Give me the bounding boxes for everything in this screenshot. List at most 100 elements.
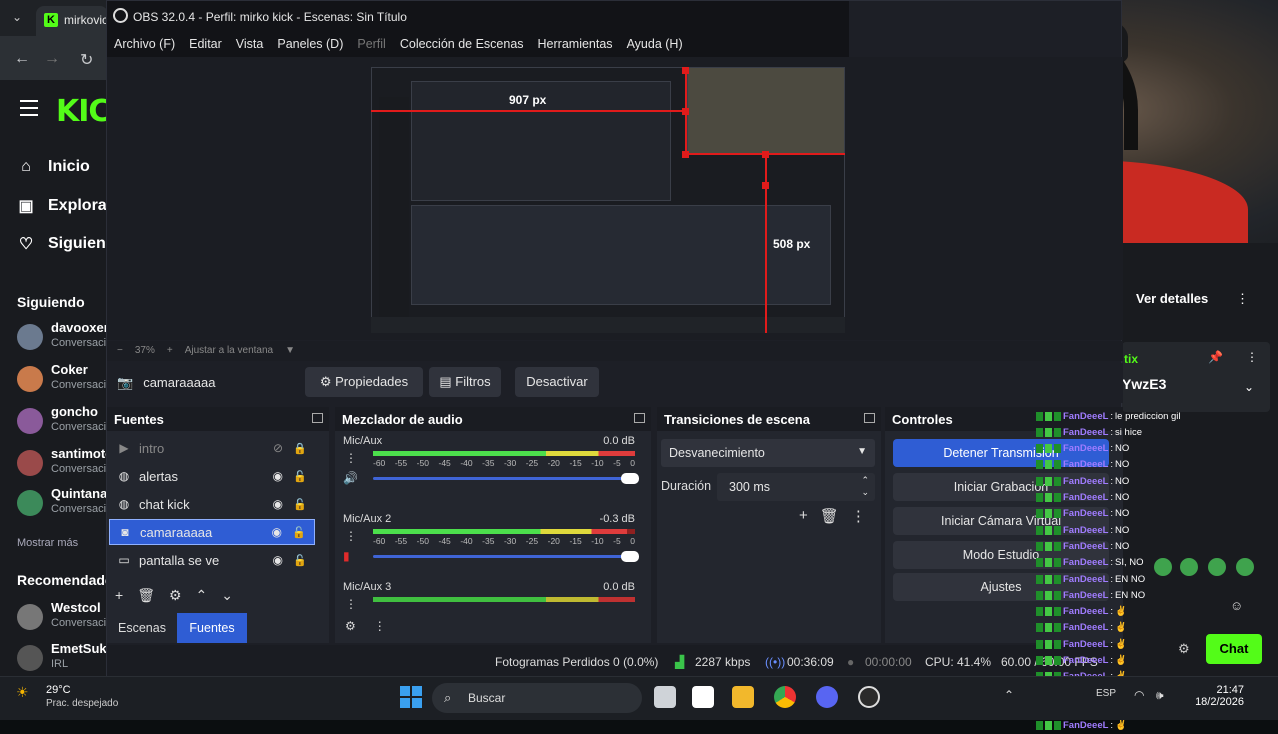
hidden-eye-icon[interactable]: ⊘ bbox=[273, 441, 283, 455]
emote-icon[interactable] bbox=[1154, 558, 1172, 576]
resize-handle[interactable] bbox=[682, 67, 689, 74]
emote-icon[interactable] bbox=[1180, 558, 1198, 576]
zoom-in-icon[interactable]: + bbox=[167, 345, 173, 361]
chat-send-button[interactable]: Chat bbox=[1206, 634, 1262, 664]
forward-icon[interactable]: → bbox=[44, 50, 60, 68]
menu-paneles[interactable]: Paneles (D) bbox=[277, 37, 343, 57]
menu-icon[interactable] bbox=[20, 100, 38, 121]
menu-vista[interactable]: Vista bbox=[236, 37, 264, 57]
spin-up-icon[interactable]: ⌃ bbox=[861, 475, 869, 486]
more-icon[interactable]: ⋮ bbox=[345, 451, 357, 465]
source-item[interactable]: ◍ alertas ◉ 🔓 bbox=[109, 463, 315, 489]
menu-editar[interactable]: Editar bbox=[189, 37, 222, 57]
source-item[interactable]: ▶ intro ⊘ 🔒 bbox=[109, 435, 315, 461]
eye-icon[interactable]: ◉ bbox=[272, 525, 282, 539]
store-icon[interactable] bbox=[692, 686, 714, 708]
lock-icon[interactable]: 🔒 bbox=[293, 442, 307, 455]
zoom-dropdown-icon[interactable]: ▼ bbox=[285, 345, 295, 361]
source-item[interactable]: ▭ pantalla se ve ◉ 🔓 bbox=[109, 547, 315, 573]
unlock-icon[interactable]: 🔓 bbox=[293, 554, 307, 567]
nav-explorar[interactable]: ▣ Explorar bbox=[18, 196, 112, 216]
zoom-out-icon[interactable]: − bbox=[117, 345, 123, 361]
channel-item[interactable]: Coker Conversación bbox=[17, 362, 118, 396]
muted-speaker-icon[interactable]: ▮ bbox=[343, 549, 350, 563]
channel-item[interactable]: Westcol Conversación bbox=[17, 600, 118, 634]
transition-select[interactable]: Desvanecimiento ▼ bbox=[661, 439, 875, 467]
move-up-icon[interactable]: ⌃ bbox=[196, 587, 208, 604]
speaker-icon[interactable]: 🔊 bbox=[343, 471, 358, 485]
obs-taskbar-icon[interactable] bbox=[858, 686, 880, 708]
menu-ayuda[interactable]: Ayuda (H) bbox=[627, 37, 683, 57]
volume-icon[interactable]: 🕪 bbox=[1156, 688, 1164, 703]
channel-item[interactable]: Quintana Conversación bbox=[17, 486, 118, 520]
tab-list-icon[interactable]: ⌄ bbox=[12, 10, 22, 24]
resize-handle[interactable] bbox=[762, 182, 769, 189]
zoom-fit[interactable]: Ajustar a la ventana bbox=[185, 345, 273, 361]
trash-icon[interactable]: 🗑 bbox=[820, 507, 839, 525]
channel-item[interactable]: santimotos Conversación bbox=[17, 446, 120, 480]
more-icon[interactable]: ⋮ bbox=[851, 507, 866, 525]
gear-icon[interactable]: ⚙ bbox=[345, 619, 356, 633]
chrome-icon[interactable] bbox=[774, 686, 796, 708]
resize-handle[interactable] bbox=[682, 108, 689, 115]
emote-icon[interactable] bbox=[1208, 558, 1226, 576]
properties-button[interactable]: ⚙ Propiedades bbox=[305, 367, 423, 397]
unlock-icon[interactable]: 🔓 bbox=[292, 526, 306, 539]
add-icon[interactable]: + bbox=[115, 587, 123, 604]
slider-knob[interactable] bbox=[621, 473, 639, 484]
browser-tab[interactable]: K mirkovic bbox=[36, 6, 108, 36]
emote-icon[interactable] bbox=[1236, 558, 1254, 576]
move-down-icon[interactable]: ⌄ bbox=[221, 587, 233, 604]
resize-handle[interactable] bbox=[762, 151, 769, 158]
unlock-icon[interactable]: 🔓 bbox=[293, 470, 307, 483]
channel-item[interactable]: goncho Conversación bbox=[17, 404, 118, 438]
more-icon[interactable]: ⋮ bbox=[1236, 291, 1249, 307]
deactivate-button[interactable]: Desactivar bbox=[515, 367, 599, 397]
wifi-icon[interactable]: ◠ bbox=[1134, 688, 1144, 702]
weather-widget[interactable]: 29°C Prac. despejado bbox=[46, 684, 118, 709]
source-item-selected[interactable]: ◙ camaraaaaa ◉ 🔓 bbox=[109, 519, 315, 545]
trash-icon[interactable]: 🗑 bbox=[137, 587, 155, 604]
popout-icon[interactable] bbox=[634, 413, 645, 423]
menu-herramientas[interactable]: Herramientas bbox=[538, 37, 613, 57]
chevron-down-icon[interactable]: ⌄ bbox=[1244, 380, 1254, 394]
more-icon[interactable]: ⋮ bbox=[345, 529, 357, 543]
emoji-icon[interactable]: ☺ bbox=[1230, 598, 1243, 613]
popout-icon[interactable] bbox=[312, 413, 323, 423]
tab-escenas[interactable]: Escenas bbox=[109, 613, 175, 643]
gear-icon[interactable]: ⚙ bbox=[169, 587, 182, 604]
volume-slider[interactable] bbox=[373, 551, 639, 562]
eye-icon[interactable]: ◉ bbox=[273, 553, 283, 567]
popout-icon[interactable] bbox=[864, 413, 875, 423]
obs-preview[interactable]: 907 px 508 px bbox=[107, 57, 1123, 340]
source-item[interactable]: ◍ chat kick ◉ 🔓 bbox=[109, 491, 315, 517]
taskbar-clock[interactable]: 21:47 18/2/2026 bbox=[1180, 684, 1244, 708]
menu-perfil[interactable]: Perfil bbox=[357, 37, 385, 57]
more-icon[interactable]: ⋮ bbox=[374, 619, 386, 633]
menu-coleccion[interactable]: Colección de Escenas bbox=[400, 37, 524, 57]
back-icon[interactable]: ← bbox=[14, 50, 30, 68]
tray-chevron-icon[interactable]: ⌃ bbox=[1004, 688, 1014, 702]
more-icon[interactable]: ⋮ bbox=[345, 597, 357, 611]
slider-knob[interactable] bbox=[621, 551, 639, 562]
eye-icon[interactable]: ◉ bbox=[273, 469, 283, 483]
task-view-icon[interactable] bbox=[654, 686, 676, 708]
nav-inicio[interactable]: ⌂ Inicio bbox=[18, 158, 90, 176]
filters-button[interactable]: ▤ Filtros bbox=[429, 367, 501, 397]
language-indicator[interactable]: ESP bbox=[1096, 688, 1116, 699]
gear-icon[interactable]: ⚙ bbox=[1178, 641, 1190, 657]
more-icon[interactable]: ⋮ bbox=[1246, 350, 1258, 364]
channel-item[interactable]: EmetSuk IRL bbox=[17, 641, 107, 675]
add-icon[interactable]: + bbox=[799, 507, 808, 525]
preview-canvas[interactable]: 907 px 508 px bbox=[371, 67, 845, 333]
unlock-icon[interactable]: 🔓 bbox=[293, 498, 307, 511]
file-explorer-icon[interactable] bbox=[732, 686, 754, 708]
show-more-link[interactable]: Mostrar más bbox=[17, 537, 78, 549]
duration-spinbox[interactable]: 300 ms ⌃ ⌄ bbox=[717, 473, 875, 501]
pin-icon[interactable]: 📌 bbox=[1208, 350, 1223, 364]
resize-handle[interactable] bbox=[682, 151, 689, 158]
eye-icon[interactable]: ◉ bbox=[273, 497, 283, 511]
reload-icon[interactable]: ↻ bbox=[80, 50, 93, 70]
spin-down-icon[interactable]: ⌄ bbox=[861, 487, 869, 498]
windows-start-icon[interactable] bbox=[400, 686, 422, 708]
